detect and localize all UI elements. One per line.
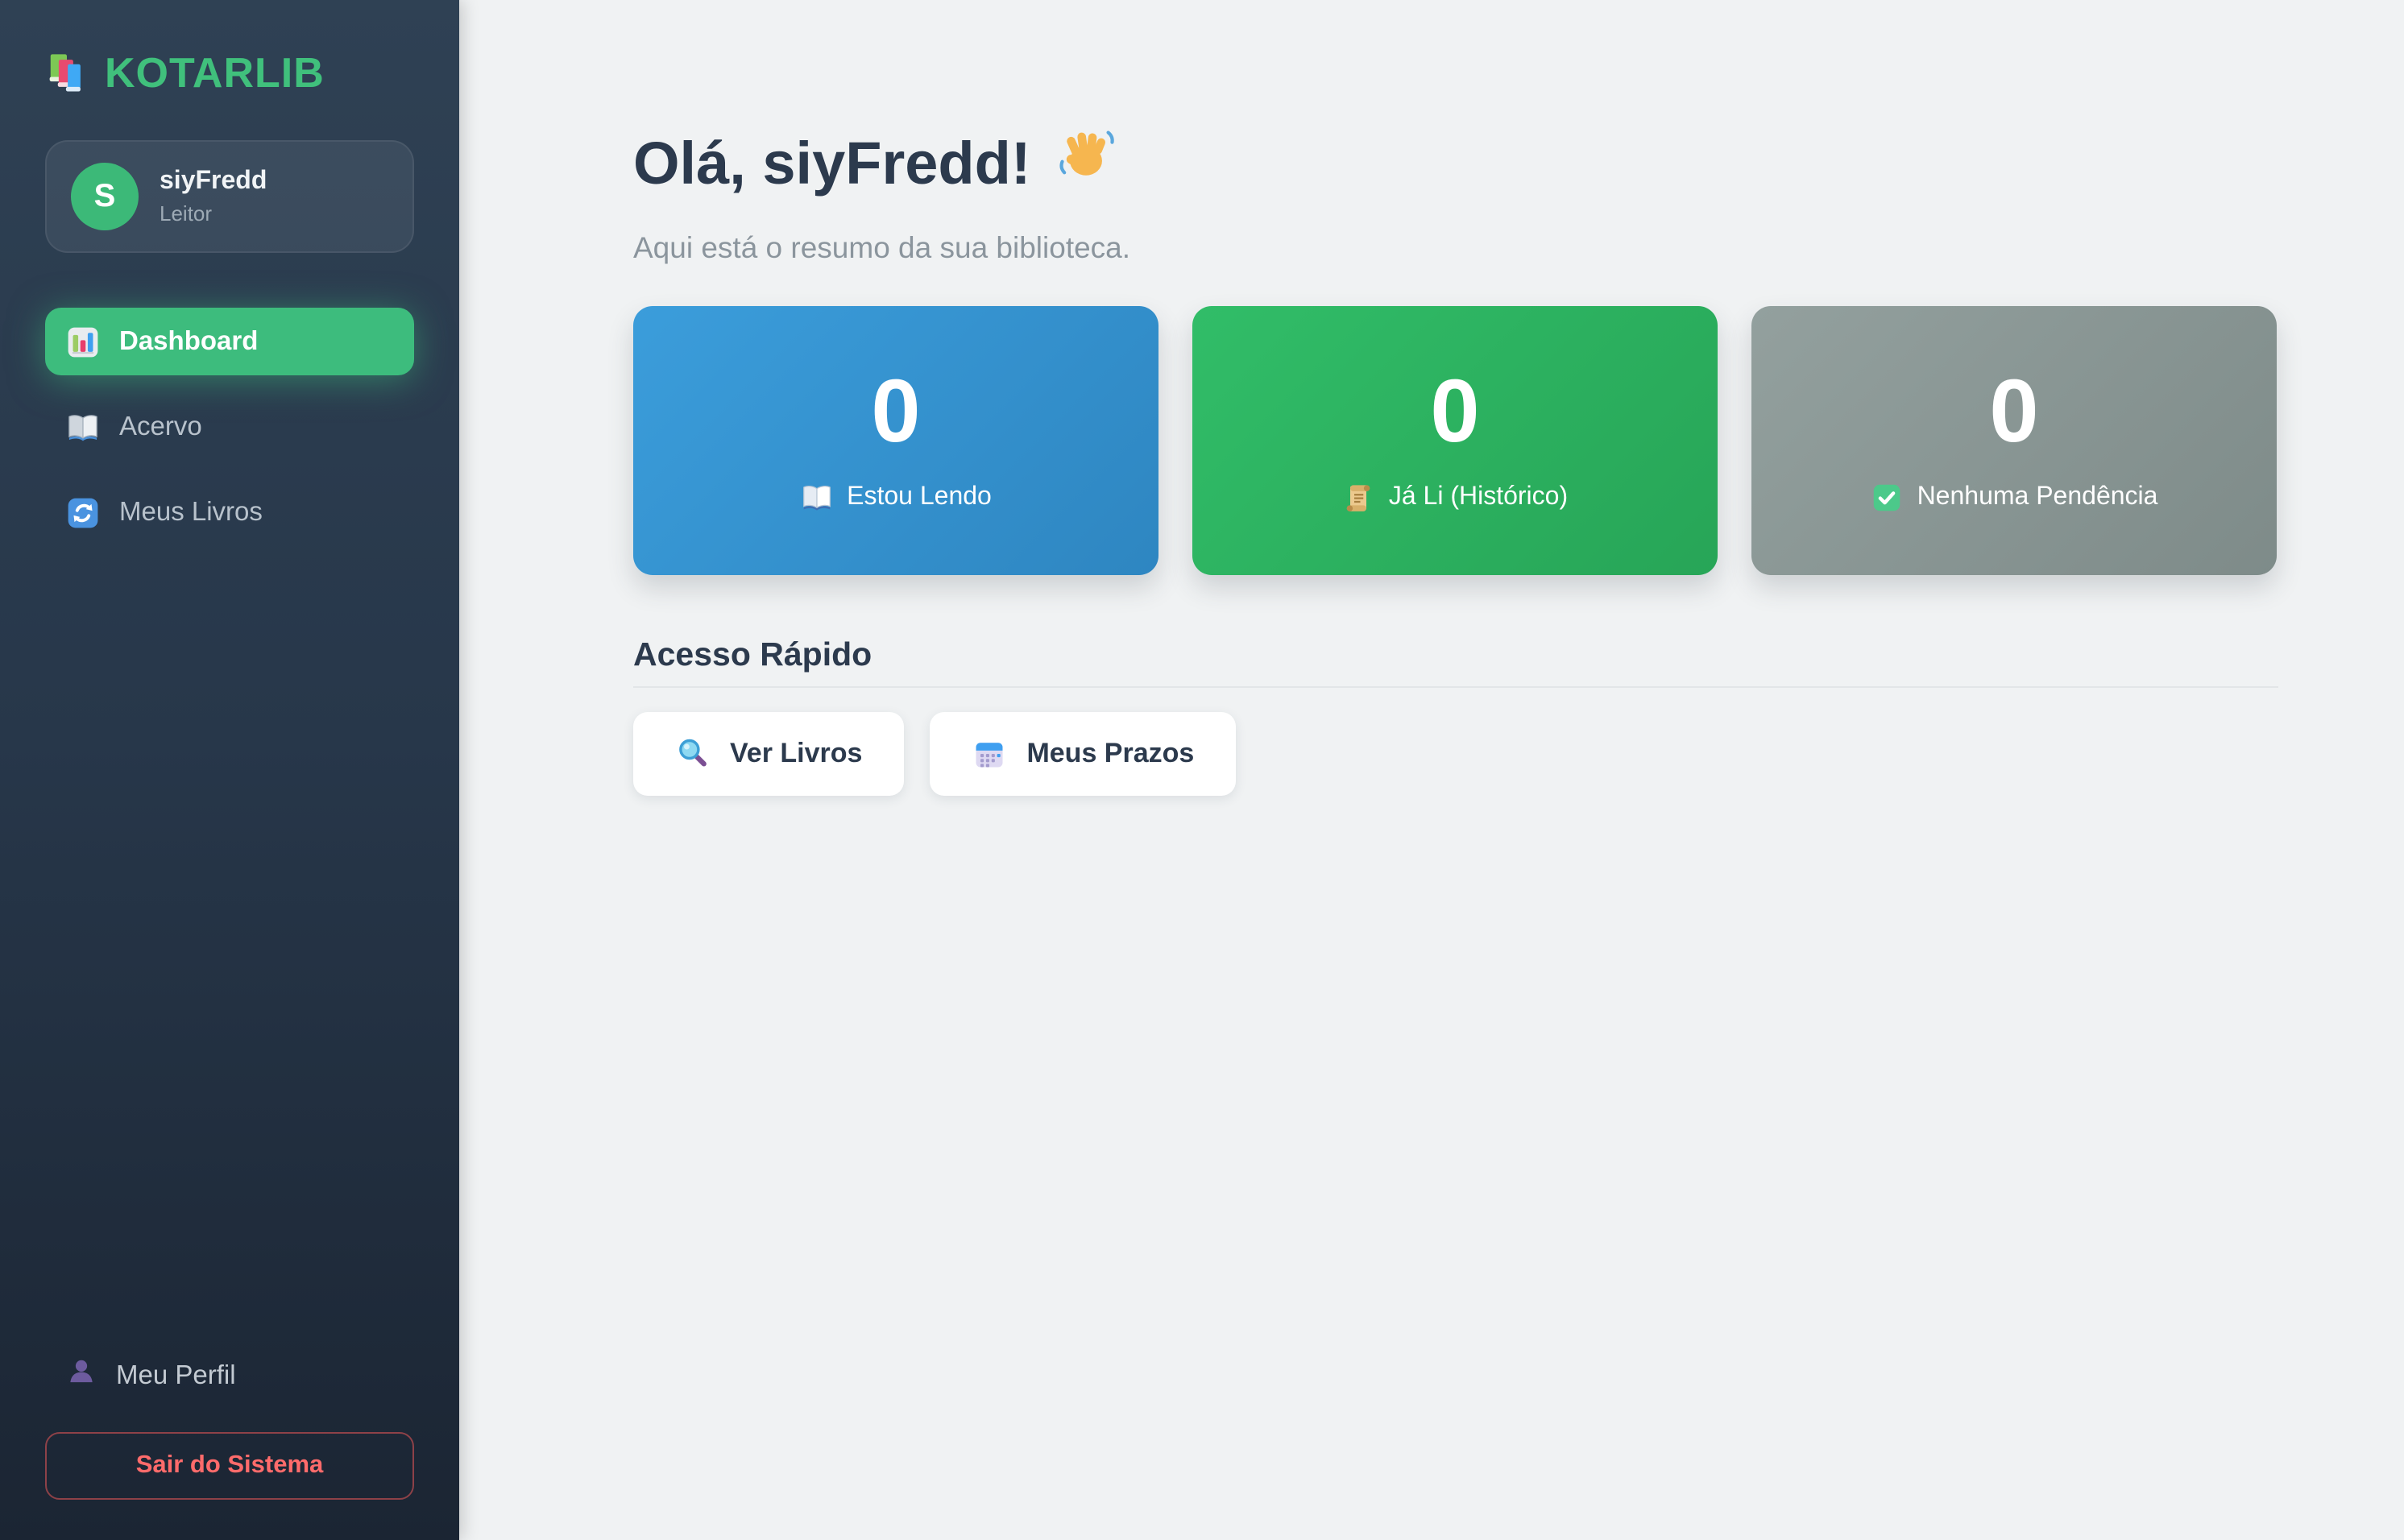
stat-label: Estou Lendo (847, 482, 992, 511)
user-card: S siyFredd Leitor (45, 140, 414, 253)
sidebar-footer: Meu Perfil Sair do Sistema (45, 1345, 414, 1500)
sidebar-item-meu-perfil[interactable]: Meu Perfil (45, 1345, 414, 1406)
sidebar-item-label: Acervo (119, 412, 202, 441)
sidebar-item-meus-livros[interactable]: Meus Livros (45, 478, 414, 546)
app-title: KOTARLIB (105, 48, 325, 97)
meus-prazos-button[interactable]: Meus Prazos (930, 711, 1237, 796)
greeting-heading: Olá, siyFredd! (633, 126, 2278, 202)
stat-label-row: Estou Lendo (800, 481, 992, 513)
sync-icon (66, 495, 100, 529)
bar-chart-icon (66, 325, 100, 358)
open-book-icon (66, 410, 100, 444)
logout-button[interactable]: Sair do Sistema (45, 1432, 414, 1500)
stat-label-row: Nenhuma Pendência (1871, 481, 2158, 513)
user-meta: siyFredd Leitor (160, 168, 267, 226)
sidebar: KOTARLIB S siyFredd Leitor Dashboard Ace… (0, 0, 459, 1540)
button-label: Ver Livros (730, 737, 863, 768)
ver-livros-button[interactable]: Ver Livros (633, 711, 905, 796)
calendar-icon (972, 735, 1007, 771)
stat-card-pendencias: 0 Nenhuma Pendência (1751, 305, 2277, 575)
sidebar-item-label: Meus Livros (119, 497, 263, 526)
divider (633, 685, 2278, 688)
waving-hand-icon (1055, 126, 1116, 202)
main-content: Olá, siyFredd! Aqui está o resumo da sua… (459, 0, 2404, 1540)
open-book-icon (800, 481, 832, 513)
sidebar-nav: Dashboard Acervo Meus Livros (45, 308, 414, 546)
stat-label-row: Já Li (Histórico) (1342, 481, 1568, 513)
stat-label: Nenhuma Pendência (1917, 482, 2158, 511)
user-role: Leitor (160, 201, 213, 226)
magnifier-icon (675, 735, 711, 771)
sidebar-item-acervo[interactable]: Acervo (45, 393, 414, 461)
stat-card-estou-lendo: 0 Estou Lendo (633, 305, 1158, 575)
quick-access-title: Acesso Rápido (633, 635, 872, 673)
stat-label: Já Li (Histórico) (1388, 482, 1569, 511)
profile-label: Meu Perfil (116, 1360, 236, 1389)
subtitle: Aqui está o resumo da sua biblioteca. (633, 230, 1131, 264)
scroll-icon (1342, 481, 1374, 513)
avatar-initial: S (93, 178, 116, 213)
greeting-text: Olá, siyFredd! (633, 130, 1031, 196)
content-container: Olá, siyFredd! Aqui está o resumo da sua… (633, 126, 2278, 796)
app-window: KOTARLIB S siyFredd Leitor Dashboard Ace… (0, 0, 2404, 1540)
stat-value: 0 (871, 360, 921, 461)
sidebar-item-dashboard[interactable]: Dashboard (45, 308, 414, 375)
button-label: Meus Prazos (1026, 737, 1195, 768)
stats-row: 0 Estou Lendo 0 Já Li (Histórico) 0 Nenh… (633, 305, 2278, 575)
quick-access-row: Ver Livros Meus Prazos (633, 711, 2278, 796)
stat-card-ja-li: 0 Já Li (Histórico) (1192, 305, 1718, 575)
user-name: siyFredd (160, 168, 267, 195)
check-icon (1871, 481, 1903, 513)
sidebar-item-label: Dashboard (119, 326, 259, 355)
app-logo: KOTARLIB (45, 48, 414, 98)
books-stack-icon (45, 52, 89, 95)
stat-value: 0 (1989, 360, 2039, 461)
person-icon (66, 1356, 97, 1395)
avatar: S (71, 163, 139, 230)
stat-value: 0 (1430, 360, 1480, 461)
